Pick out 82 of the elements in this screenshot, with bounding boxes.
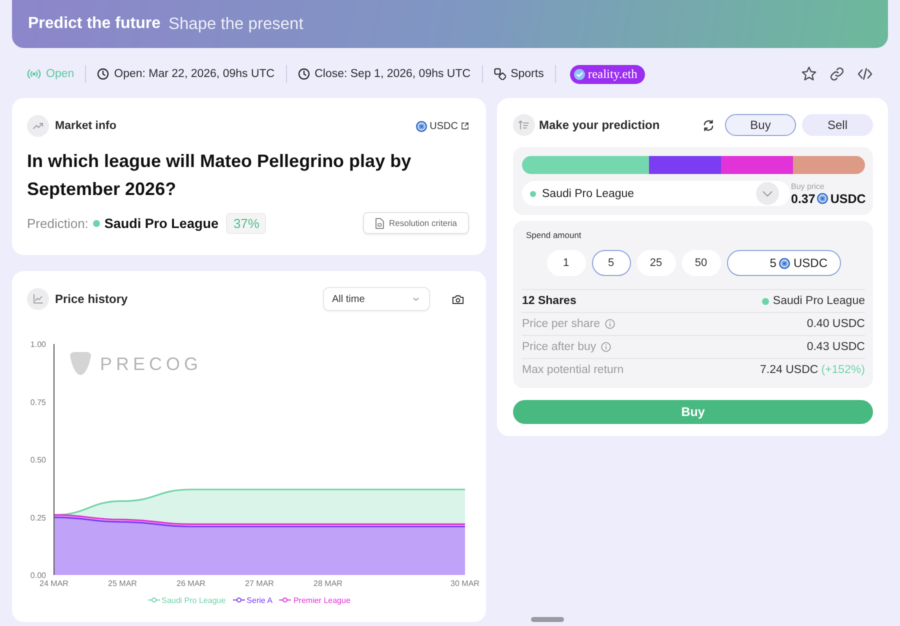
coin-icon: [817, 193, 828, 204]
summary-label: 12 Shares: [522, 295, 576, 307]
amount-preset-button[interactable]: 1: [546, 250, 586, 276]
status-label: Open: [46, 68, 74, 80]
amount-input[interactable]: 5 USDC: [726, 250, 840, 276]
card-title: Market info: [55, 120, 118, 132]
buy-price-currency: USDC: [830, 192, 866, 206]
buy-price-value: 0.37: [791, 192, 816, 206]
info-icon[interactable]: [601, 342, 612, 352]
market-question: In which league will Mateo Pellegrino play by September 2026?: [27, 150, 412, 201]
axis-tick-label: 30 MAR: [450, 579, 480, 588]
summary-label: Price after buy: [522, 341, 596, 353]
buy-price-label: Buy price: [791, 182, 826, 192]
category-label: Sports: [510, 68, 544, 80]
outcome-select[interactable]: Saudi Pro League: [522, 181, 790, 206]
axis-tick-label: 24 MAR: [40, 579, 68, 588]
summary-value: 0.43 USDC: [806, 341, 865, 353]
summary-label: Price per share: [522, 318, 600, 330]
trend-icon: [27, 115, 49, 137]
code-icon[interactable]: [857, 66, 873, 82]
banner-title: Predict the future: [28, 15, 160, 33]
resolution-criteria-button[interactable]: Resolution criteria: [363, 212, 469, 234]
legend-marker-icon[interactable]: [279, 597, 292, 603]
legend-marker-icon[interactable]: [232, 597, 245, 603]
coin-icon: [416, 120, 427, 132]
line-chart-icon: [27, 288, 49, 310]
axis-tick-label: 0.00: [30, 571, 46, 580]
amount-preset-button[interactable]: 5: [592, 250, 630, 276]
axis-tick-label: 26 MAR: [176, 579, 206, 588]
clock-icon: [97, 68, 110, 80]
amount-preset-button[interactable]: 50: [682, 250, 720, 276]
spend-amount-label: Spend amount: [526, 229, 582, 241]
outcome-dot-icon: [93, 220, 100, 226]
card-title: Price history: [55, 292, 129, 306]
legend-label[interactable]: Premier League: [293, 596, 350, 604]
open-date-label: Open: Mar 22, 2026, 09hs UTC: [114, 68, 275, 80]
summary-label: Max potential return: [522, 364, 624, 376]
logo-icon: [70, 352, 91, 375]
return-change: (+152%): [821, 364, 865, 376]
summary-value: 7.24 USDC: [760, 364, 818, 376]
probability-badge: 37%: [226, 212, 266, 234]
prediction-label: Prediction:: [27, 216, 88, 230]
summary-value: 0.40 USDC: [806, 318, 865, 330]
axis-tick-label: 0.25: [30, 513, 46, 522]
banner-subtitle: Shape the present: [168, 14, 304, 34]
axis-tick-label: 25 MAR: [108, 579, 137, 588]
chart-logo-text: PRECOG: [100, 354, 202, 374]
outcome-dot-icon: [762, 298, 769, 304]
legend-marker-icon[interactable]: [148, 597, 160, 603]
time-range-select[interactable]: All time: [323, 287, 430, 311]
link-icon[interactable]: [829, 66, 845, 82]
refresh-icon[interactable]: [702, 118, 715, 132]
axis-tick-label: 28 MAR: [314, 579, 342, 588]
coin-icon: [779, 258, 790, 268]
amount-preset-button[interactable]: 25: [636, 250, 676, 276]
card-title: Make your prediction: [539, 118, 661, 132]
currency-link[interactable]: USDC: [416, 120, 469, 132]
chevron-down-icon: [756, 182, 779, 205]
mode-tab[interactable]: Buy: [725, 114, 796, 136]
axis-tick-label: 0.75: [30, 398, 46, 407]
oracle-link[interactable]: reality.eth: [570, 64, 646, 84]
legend-label[interactable]: Serie A: [246, 596, 272, 604]
close-date-label: Close: Sep 1, 2026, 09hs UTC: [314, 68, 471, 80]
camera-icon[interactable]: [452, 294, 464, 304]
axis-tick-label: 1.00: [30, 340, 46, 349]
star-icon[interactable]: [801, 66, 817, 82]
shapes-icon: [494, 68, 506, 80]
mode-tab[interactable]: Sell: [802, 114, 873, 136]
info-icon[interactable]: [604, 319, 615, 329]
sort-icon: [513, 114, 535, 136]
external-link-icon: [461, 122, 469, 130]
clock-icon: [298, 68, 310, 80]
predicted-outcome: Saudi Pro League: [104, 216, 218, 230]
axis-tick-label: 0.50: [30, 456, 46, 464]
check-badge-icon: [574, 68, 585, 80]
outcome-dot-icon: [530, 190, 536, 196]
drag-handle[interactable]: [531, 617, 564, 622]
axis-tick-label: 27 MAR: [245, 579, 274, 588]
document-icon: [374, 218, 384, 228]
chevron-down-icon: [412, 295, 420, 303]
summary-value: Saudi Pro League: [772, 295, 865, 307]
broadcast-icon: [27, 69, 41, 79]
